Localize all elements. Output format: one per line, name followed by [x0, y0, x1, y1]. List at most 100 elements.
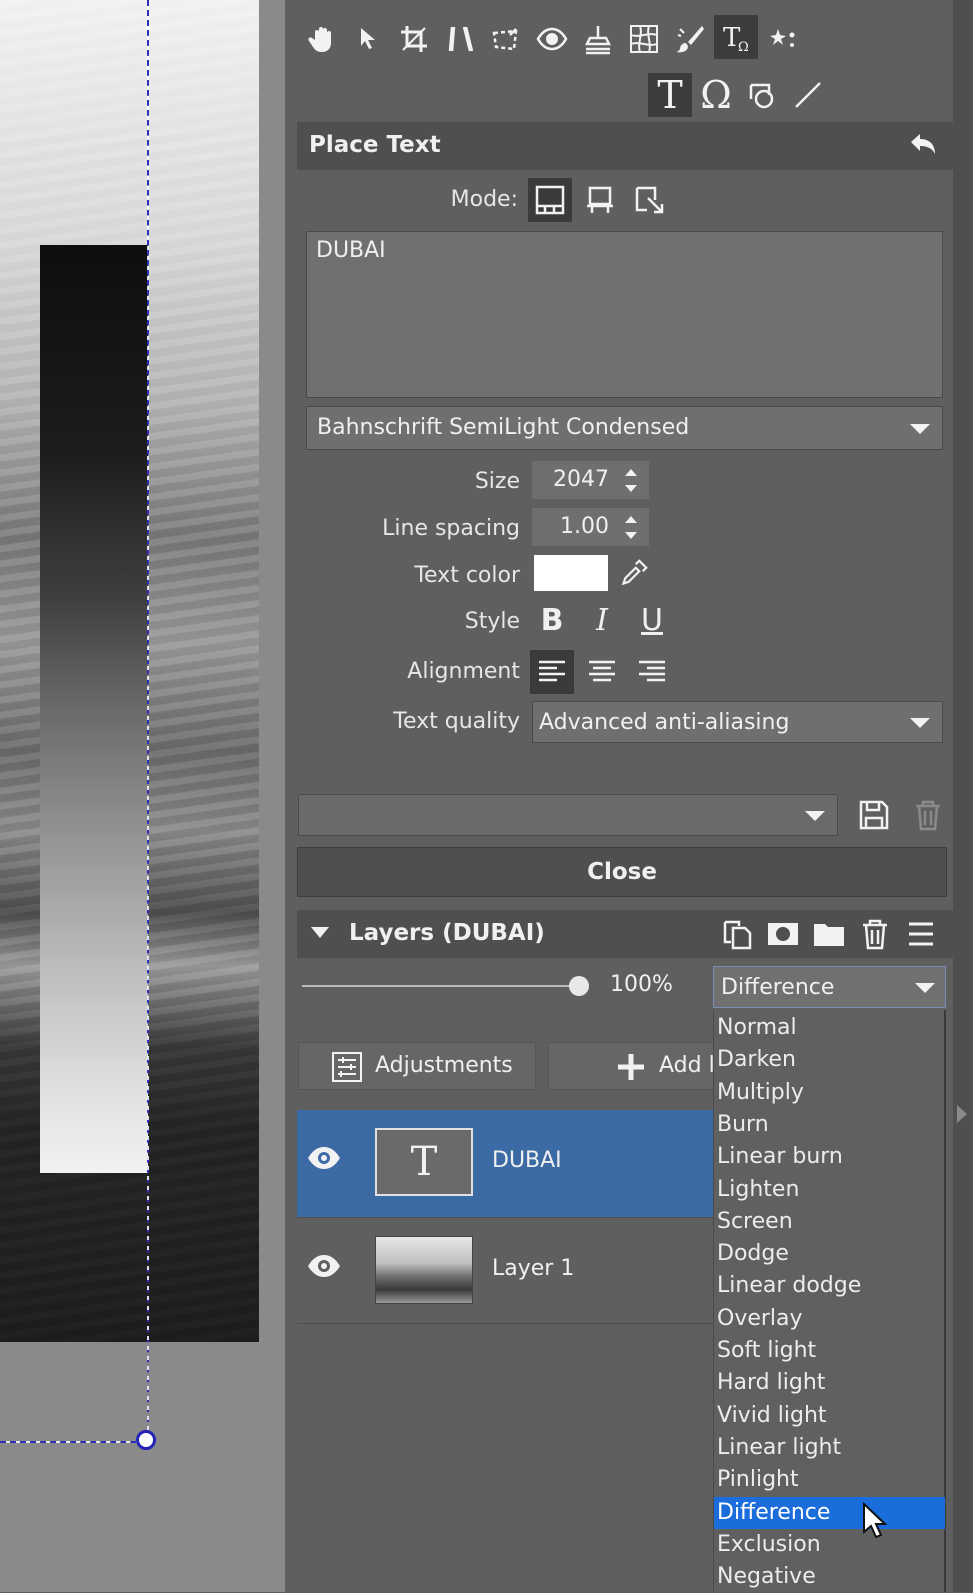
straighten-icon[interactable]: [438, 17, 482, 61]
blend-option[interactable]: Screen: [714, 1206, 945, 1238]
blend-option[interactable]: Exclusion: [714, 1529, 945, 1561]
layers-header: Layers (DUBAI): [297, 910, 953, 958]
expand-arrow-icon[interactable]: [957, 1105, 967, 1123]
image-canvas[interactable]: [0, 0, 285, 1592]
text-icon[interactable]: T: [648, 73, 692, 117]
blend-option[interactable]: Soft light: [714, 1335, 945, 1367]
layer-mask-icon[interactable]: [761, 912, 805, 956]
close-button[interactable]: Close: [297, 847, 947, 897]
eye-icon[interactable]: [307, 1254, 341, 1278]
underline-button[interactable]: U: [630, 598, 674, 642]
folder-icon[interactable]: [807, 912, 851, 956]
blend-option[interactable]: Pinlight: [714, 1464, 945, 1496]
chevron-down-icon: [805, 811, 825, 821]
add-label: Add l: [659, 1053, 715, 1078]
blend-option[interactable]: Burn: [714, 1109, 945, 1141]
text-color-swatch[interactable]: [534, 555, 608, 591]
blend-option[interactable]: Difference: [714, 1496, 945, 1529]
spinner-down-icon[interactable]: [625, 485, 637, 492]
blend-option[interactable]: Linear dodge: [714, 1270, 945, 1302]
text-bounding-guide-horizontal: [0, 1441, 147, 1443]
layer-row-layer-1[interactable]: Layer 1: [297, 1218, 717, 1325]
mesh-warp-icon[interactable]: [622, 17, 666, 61]
line-spacing-spinner[interactable]: 1.00: [532, 508, 649, 546]
delete-layer-icon[interactable]: [853, 912, 897, 956]
text-quality-label: Text quality: [393, 709, 520, 734]
hand-icon[interactable]: [300, 17, 344, 61]
adjustments-button[interactable]: Adjustments: [298, 1042, 536, 1090]
blend-option[interactable]: Negative: [714, 1561, 945, 1593]
blend-option[interactable]: Vivid light: [714, 1400, 945, 1432]
preset-dropdown[interactable]: [298, 794, 838, 836]
size-value: 2047: [553, 467, 609, 492]
layer-name: Layer 1: [492, 1256, 575, 1281]
blend-option[interactable]: Darken: [714, 1044, 945, 1076]
symbol-icon[interactable]: Ω: [694, 73, 738, 117]
align-left-icon[interactable]: [530, 650, 574, 694]
layer-thumbnail-photo: [375, 1236, 473, 1304]
text-quality-value: Advanced anti-aliasing: [539, 710, 790, 735]
adjustments-label: Adjustments: [375, 1053, 513, 1078]
text-tool-icon[interactable]: TΩ: [714, 15, 758, 59]
line-icon[interactable]: [786, 73, 830, 117]
chevron-down-icon: [910, 718, 930, 728]
pointer-icon[interactable]: [346, 17, 390, 61]
blend-option[interactable]: Linear burn: [714, 1141, 945, 1173]
red-eye-icon[interactable]: [530, 17, 574, 61]
duplicate-layer-icon[interactable]: [715, 912, 759, 956]
mode-path-icon[interactable]: [628, 178, 672, 222]
mouse-cursor-icon: [863, 1502, 888, 1539]
blend-option[interactable]: Overlay: [714, 1303, 945, 1335]
effects-icon[interactable]: [762, 17, 806, 61]
layer-row-dubai[interactable]: T DUBAI: [297, 1110, 717, 1217]
blend-option[interactable]: Multiply: [714, 1077, 945, 1109]
blend-mode-value: Difference: [721, 975, 835, 1000]
undo-icon[interactable]: [907, 130, 939, 162]
chevron-down-icon: [910, 424, 930, 434]
text-resize-handle[interactable]: [136, 1430, 156, 1450]
opacity-slider-handle[interactable]: [569, 976, 589, 996]
blend-mode-select[interactable]: Difference: [713, 966, 946, 1008]
transform-icon[interactable]: [484, 17, 528, 61]
text-input-area[interactable]: DUBAI: [306, 231, 943, 398]
place-text-header: Place Text: [297, 122, 953, 170]
spinner-down-icon[interactable]: [625, 532, 637, 539]
collapse-arrow-icon[interactable]: [311, 927, 329, 938]
size-spinner[interactable]: 2047: [532, 461, 649, 499]
crop-icon[interactable]: [392, 17, 436, 61]
plus-icon: [618, 1054, 644, 1080]
align-right-icon[interactable]: [630, 650, 674, 694]
opacity-value: 100%: [610, 972, 673, 997]
text-quality-dropdown[interactable]: Advanced anti-aliasing: [532, 701, 943, 743]
opacity-slider[interactable]: [302, 985, 582, 987]
bold-button[interactable]: B: [530, 598, 574, 642]
align-center-icon[interactable]: [580, 650, 624, 694]
eyedropper-icon[interactable]: [612, 551, 656, 595]
menu-icon[interactable]: [899, 912, 943, 956]
size-label: Size: [474, 469, 520, 494]
font-dropdown-value: Bahnschrift SemiLight Condensed: [317, 415, 690, 440]
blend-option[interactable]: Dodge: [714, 1238, 945, 1270]
font-dropdown[interactable]: Bahnschrift SemiLight Condensed: [306, 406, 943, 450]
panel-edge: [953, 0, 973, 1592]
layer-name: DUBAI: [492, 1148, 562, 1173]
clone-stamp-icon[interactable]: [576, 17, 620, 61]
save-preset-icon[interactable]: [852, 793, 896, 837]
mode-box-icon[interactable]: [528, 178, 572, 222]
spinner-up-icon[interactable]: [625, 469, 637, 476]
spinner-up-icon[interactable]: [625, 516, 637, 523]
line-spacing-label: Line spacing: [382, 516, 520, 541]
blend-option[interactable]: Linear light: [714, 1432, 945, 1464]
blend-option[interactable]: Normal: [714, 1012, 945, 1044]
blend-option[interactable]: Hard light: [714, 1367, 945, 1399]
eye-icon[interactable]: [307, 1146, 341, 1170]
italic-button[interactable]: I: [580, 598, 624, 642]
brush-icon[interactable]: [668, 17, 712, 61]
mode-baseline-icon[interactable]: [578, 178, 622, 222]
alignment-label: Alignment: [407, 659, 520, 684]
shape-icon[interactable]: [740, 73, 784, 117]
mode-label: Mode:: [450, 187, 518, 212]
chevron-down-icon: [915, 983, 935, 993]
blend-option[interactable]: Lighten: [714, 1174, 945, 1206]
add-button[interactable]: Add l: [548, 1042, 718, 1090]
